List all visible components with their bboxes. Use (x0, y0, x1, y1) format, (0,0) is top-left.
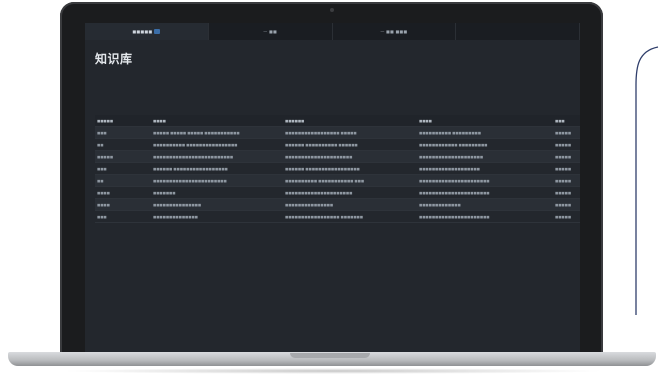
table-header: ■■■■■ ■■■■ ■■■■■■ ■■■■ ■■■ (95, 115, 580, 127)
table-header-cell[interactable]: ■■■■■■ (283, 119, 417, 123)
laptop-screen: ■■■■■ — ■■ — ■■ ■■■ 知识库 ■■■■■ ■■■■ ■■■■■… (85, 23, 580, 353)
table-cell: ■■■ (97, 214, 107, 219)
table-cell: ■■■■■■■■■■■■■■■■■■■■■■■ (153, 178, 227, 183)
tab-2-label: — ■■ (263, 29, 277, 34)
table-cell: ■■■■■■■■■■■■■■■■■■■■■■ (419, 178, 490, 183)
table-cell: ■■■■■ ■■■■■ ■■■■■ ■■■■■■■■■■■ (153, 130, 240, 135)
table-row[interactable]: ■■■■■■■■■■■■■■■■■■■■■■■■■■■■■■■■■■■■■■■■… (95, 151, 580, 163)
table-cell: ■■■■■■■■■■■■■■ (153, 214, 198, 219)
table-cell: ■■■■■ (555, 130, 572, 135)
table-cell: ■■■■■ (555, 154, 572, 159)
page-title: 知识库 (95, 52, 133, 66)
table-cell: ■■■■■■■■■■■■ ■■■■■■■■■ (419, 142, 488, 147)
tab-badge-icon (154, 29, 161, 34)
laptop-notch (290, 353, 370, 358)
top-tab-bar: ■■■■■ — ■■ — ■■ ■■■ (85, 23, 580, 40)
table-cell: ■■■■■■■■■■■■■■■ (153, 202, 202, 207)
table-cell: ■■■■■■■■■■■■■■■■■■■ (419, 166, 480, 171)
table-cell: ■■■■■■■■■■■■■■■■■■■■■ (285, 190, 353, 195)
table-cell: ■■■■■■■■■■ ■■■■■■■■■■■■■■■■ (153, 142, 238, 147)
table-cell: ■■■■■ (555, 178, 572, 183)
table-cell: ■■■■■■■■■■■■■■■ (285, 202, 334, 207)
tab-1[interactable]: ■■■■■ (85, 23, 209, 40)
table-cell: ■■■■■■■■■■■■■■■■■ ■■■■■■■ (285, 214, 363, 219)
table-cell: ■■ (97, 178, 104, 183)
table-cell: ■■■■■■■■■■■■■■■■■■■■■■ (419, 190, 490, 195)
table-cell: ■■■■■■■■■■■■■■■■■■■■■■ (419, 214, 490, 219)
table-header-cell[interactable]: ■■■■ (151, 119, 283, 123)
table-cell: ■■■■■ (555, 166, 572, 171)
table-row[interactable]: ■■■ ■■■■■■ ■■■■■■■■■■■■■■■■■ ■■■■■■ ■■■■■■… (95, 163, 580, 175)
camera-dot (330, 8, 334, 12)
table-header-cell[interactable]: ■■■ (553, 119, 580, 123)
tab-4[interactable] (456, 23, 580, 40)
table-cell: ■■■■■■ ■■■■■■■■■■■■■■■■■ (285, 166, 360, 171)
table-cell: ■■ (97, 142, 104, 147)
table-cell: ■■■■■■■■■■■■■ (419, 202, 461, 207)
tab-1-label: ■■■■■ (132, 29, 153, 34)
tab-2[interactable]: — ■■ (209, 23, 333, 40)
table-cell: ■■■■■■■■■■ ■■■■■■■■■■■ ■■■ (285, 178, 365, 183)
table-cell: ■■■■■ (97, 154, 114, 159)
table-cell: ■■■■■ (555, 214, 572, 219)
table-cell: ■■■ (97, 130, 107, 135)
table-cell: ■■■■■■■■■■■■■■■■■■■■■■■■■ (153, 154, 234, 159)
table-cell: ■■■■■ (555, 142, 572, 147)
table-header-cell[interactable]: ■■■■ (417, 119, 553, 123)
table-row[interactable]: ■■■■■■■■■■■■■■■■■■■■■■■■■■■■■■■■■■■■■■■■… (95, 199, 580, 211)
table-row[interactable]: ■■■ ■■■■■■■■■■■■■■ ■■■■■■■■■■■■■■■■■ ■■■■■… (95, 211, 580, 223)
table-cell: ■■■■■ (555, 202, 572, 207)
table-cell: ■■■■■■■ (153, 190, 176, 195)
table-cell: ■■■■■■■■■■■■■■■■■ ■■■■■ (285, 130, 357, 135)
table-cell: ■■■■■■■■■■ ■■■■■■■■■ (419, 130, 481, 135)
curly-bracket-icon (635, 46, 659, 315)
laptop-shadow (60, 368, 605, 374)
tab-3-label: — ■■ ■■■ (380, 29, 408, 34)
table-row[interactable]: ■■■■■■■■■■■■■■■■■■■■■■■■■■■■■■■■■■■■■■■■… (95, 187, 580, 199)
table-cell: ■■■■■ (555, 190, 572, 195)
table-cell: ■■■■■■■■■■■■■■■■■■■■ (419, 154, 484, 159)
table-cell: ■■■■■■ ■■■■■■■■■■■■■■■■■ (153, 166, 228, 171)
table-row[interactable]: ■■■ ■■■■■ ■■■■■ ■■■■■ ■■■■■■■■■■■ ■■■■■■■■… (95, 127, 580, 139)
table-cell: ■■■■■■ ■■■■■■■■■■ ■■■■■■ (285, 142, 358, 147)
knowledge-table: ■■■■■ ■■■■ ■■■■■■ ■■■■ ■■■ ■■■ ■■■■■ ■■■■… (95, 115, 580, 223)
table-cell: ■■■■ (97, 202, 110, 207)
table-cell: ■■■■■■■■■■■■■■■■■■■■■ (285, 154, 353, 159)
table-row[interactable]: ■■ ■■■■■■■■■■■■■■■■■■■■■■■ ■■■■■■■■■■ ■■■■… (95, 175, 580, 187)
table-row[interactable]: ■■ ■■■■■■■■■■ ■■■■■■■■■■■■■■■■ ■■■■■■ ■■■■… (95, 139, 580, 151)
table-cell: ■■■■ (97, 190, 110, 195)
table-header-cell[interactable]: ■■■■■ (95, 119, 151, 123)
tab-3[interactable]: — ■■ ■■■ (333, 23, 457, 40)
table-cell: ■■■ (97, 166, 107, 171)
